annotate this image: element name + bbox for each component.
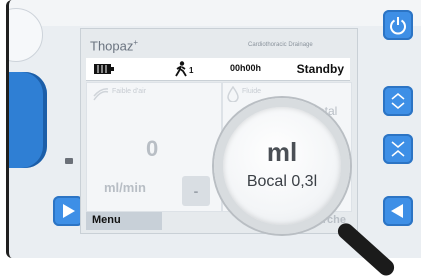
airflow-value: 0 <box>146 136 159 161</box>
brand-title: Thopaz+ <box>90 38 138 53</box>
battery-icon <box>94 64 114 74</box>
status-bar: 1 00h00h Standby <box>86 58 350 81</box>
left-arrow-button[interactable] <box>53 196 83 226</box>
play-left-icon <box>391 204 403 218</box>
decrease-button[interactable]: - <box>182 176 210 206</box>
device-subtitle: Cardiothoracic Drainage <box>248 42 313 48</box>
fluid-label: Fluide <box>242 88 262 95</box>
collapse-arrows-icon <box>391 141 405 157</box>
timer: 00h00h <box>230 63 262 73</box>
power-icon <box>390 17 406 35</box>
blue-side-handle[interactable] <box>9 72 47 168</box>
walking-person-icon <box>175 61 187 77</box>
magnifying-glass: ml Bocal 0,3l <box>214 98 350 234</box>
patient-count: 1 <box>189 66 194 75</box>
device-top-bezel <box>9 0 421 26</box>
menu-softkey-label: Menu <box>92 214 121 226</box>
airflow-label: Faible d'air <box>112 88 147 95</box>
status-led <box>65 158 73 164</box>
expand-arrows-icon <box>391 93 405 109</box>
menu-softkey[interactable]: Menu <box>86 212 162 230</box>
airflow-unit: ml/min <box>104 180 146 195</box>
collapse-button[interactable] <box>383 134 413 164</box>
airflow-icon <box>93 88 109 101</box>
power-button[interactable] <box>383 10 413 40</box>
brand-mark: + <box>133 38 139 47</box>
droplet-icon <box>227 86 239 102</box>
expand-button[interactable] <box>383 86 413 116</box>
magnified-canister-size: Bocal 0,3l <box>246 173 318 190</box>
magnified-unit: ml <box>266 137 298 167</box>
brand-name: Thopaz <box>90 38 134 54</box>
mode-status: Standby <box>296 62 344 76</box>
right-arrow-button[interactable] <box>383 196 413 226</box>
play-right-icon <box>63 204 75 218</box>
